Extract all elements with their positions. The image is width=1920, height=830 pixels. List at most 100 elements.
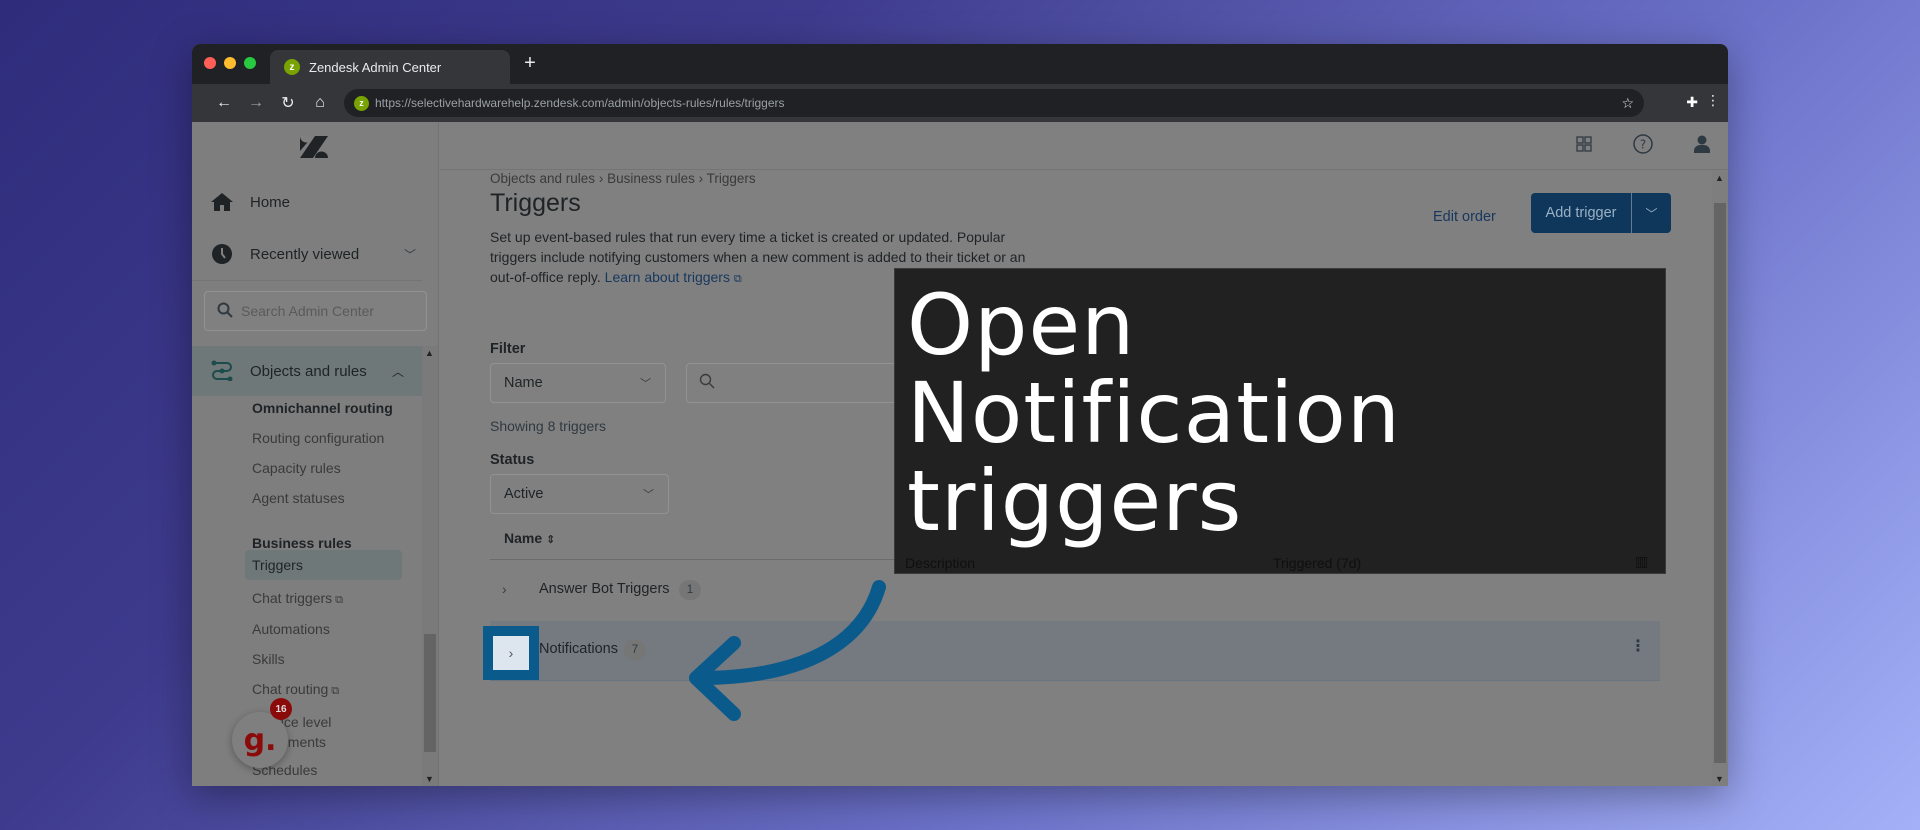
count-badge: 7 xyxy=(624,640,646,660)
external-link-icon: ⧉ xyxy=(335,594,344,606)
callout-line: triggers xyxy=(907,452,1243,550)
close-window-button[interactable] xyxy=(204,57,216,69)
forward-icon[interactable]: → xyxy=(240,94,272,112)
filter-field-select[interactable]: Name ﹀ xyxy=(490,363,666,403)
sidebar-item-label: Recently viewed xyxy=(250,245,360,263)
sidebar-item-objects-and-rules[interactable]: Objects and rules ︿ xyxy=(192,346,422,396)
row-options-icon[interactable]: ⋮ xyxy=(1630,639,1646,655)
status-select-value: Active xyxy=(504,486,544,502)
sidebar-item-chat-triggers[interactable]: Chat triggers ⧉ xyxy=(252,590,343,607)
sidebar-scrollbar[interactable]: ▲ ▼ xyxy=(422,346,438,786)
sidebar-item-label: Chat triggers xyxy=(252,590,333,606)
url-text: https://selectivehardwarehelp.zendesk.co… xyxy=(375,96,785,110)
sort-icon: ⇕ xyxy=(546,534,556,546)
clock-icon xyxy=(210,244,234,264)
browser-tab[interactable]: z Zendesk Admin Center xyxy=(270,50,510,84)
filter-label: Filter xyxy=(490,341,526,357)
sidebar: Home Recently viewed ﹀ Search Admin Cent… xyxy=(192,122,439,786)
learn-about-triggers-link[interactable]: Learn about triggers ⧉ xyxy=(605,269,742,285)
site-favicon-icon: z xyxy=(354,95,369,111)
browser-toolbar: ← → ↻ ⌂ z https://selectivehardwarehelp.… xyxy=(192,84,1728,122)
bookmark-star-icon[interactable]: ☆ xyxy=(1621,95,1634,112)
minimize-window-button[interactable] xyxy=(224,57,236,69)
main-scrollbar[interactable]: ▲ ▼ xyxy=(1712,171,1728,786)
breadcrumb-triggers: Triggers xyxy=(706,171,756,186)
zendesk-favicon-icon: z xyxy=(284,59,300,75)
sidebar-item-label: Chat routing xyxy=(252,681,329,697)
add-trigger-dropdown-chevron-icon[interactable]: ﹀ xyxy=(1632,193,1671,233)
breadcrumb-separator: › xyxy=(698,171,704,186)
sidebar-item-agent-statuses[interactable]: Agent statuses xyxy=(252,490,345,506)
results-count: Showing 8 triggers xyxy=(490,418,606,434)
notification-badge: 16 xyxy=(270,698,292,720)
sidebar-item-triggers[interactable]: Triggers xyxy=(245,550,402,580)
sidebar-group-business-rules: Business rules xyxy=(252,535,352,551)
back-icon[interactable]: ← xyxy=(208,94,240,112)
user-avatar-icon[interactable] xyxy=(1694,135,1710,158)
reload-icon[interactable]: ↻ xyxy=(272,93,304,113)
chevron-down-icon: ﹀ xyxy=(643,489,654,501)
search-icon xyxy=(217,302,233,321)
callout-text: Open Notification triggers xyxy=(907,281,1401,545)
scrollbar-thumb[interactable] xyxy=(1714,203,1726,763)
products-grid-icon[interactable] xyxy=(1576,136,1592,157)
external-link-icon: ⧉ xyxy=(331,685,340,697)
helper-widget-button[interactable]: g. xyxy=(232,712,288,768)
new-tab-button[interactable]: + xyxy=(518,52,542,75)
chevron-down-icon: ﹀ xyxy=(640,378,651,390)
scroll-down-icon[interactable]: ▼ xyxy=(425,774,434,784)
help-icon[interactable]: ? xyxy=(1633,134,1653,159)
callout-line: Notification xyxy=(907,364,1401,462)
callout-line: Open xyxy=(907,276,1136,374)
category-name: Notifications xyxy=(539,641,618,657)
sidebar-item-label: Home xyxy=(250,193,291,211)
scroll-down-icon[interactable]: ▼ xyxy=(1715,774,1724,784)
sidebar-item-chat-routing[interactable]: Chat routing ⧉ xyxy=(252,681,339,698)
edit-order-link[interactable]: Edit order xyxy=(1433,209,1496,225)
address-bar[interactable]: z https://selectivehardwarehelp.zendesk.… xyxy=(344,89,1644,117)
search-placeholder: Search Admin Center xyxy=(241,303,375,319)
chevron-down-icon: ﹀ xyxy=(403,247,416,262)
browser-menu-icon[interactable]: ⋮ xyxy=(1706,93,1720,107)
scrollbar-thumb[interactable] xyxy=(424,634,436,752)
status-select[interactable]: Active ﹀ xyxy=(490,474,669,514)
scroll-up-icon[interactable]: ▲ xyxy=(425,348,434,358)
sidebar-item-automations[interactable]: Automations xyxy=(252,621,330,637)
column-settings-icon: ▥ xyxy=(1635,553,1649,569)
sidebar-item-home[interactable]: Home xyxy=(192,182,422,222)
home-icon[interactable]: ⌂ xyxy=(304,94,336,112)
external-link-icon: ⧉ xyxy=(733,273,742,285)
objects-rules-icon xyxy=(210,357,234,385)
zendesk-logo-icon[interactable] xyxy=(300,136,328,158)
add-trigger-button[interactable]: Add trigger xyxy=(1531,193,1632,233)
breadcrumb-objects-and-rules[interactable]: Objects and rules xyxy=(490,171,595,186)
expand-chevron-icon[interactable]: › xyxy=(493,636,529,670)
home-icon xyxy=(210,193,234,211)
tab-title: Zendesk Admin Center xyxy=(309,59,442,75)
sidebar-item-recently-viewed[interactable]: Recently viewed ﹀ xyxy=(192,234,422,274)
column-header-name[interactable]: Name ⇕ xyxy=(504,530,555,546)
tutorial-callout: Open Notification triggers Description T… xyxy=(894,268,1666,574)
breadcrumb-business-rules[interactable]: Business rules xyxy=(607,171,695,186)
sidebar-item-skills[interactable]: Skills xyxy=(252,651,285,667)
add-trigger-button-group: Add trigger ﹀ xyxy=(1531,193,1671,233)
search-icon xyxy=(699,373,715,394)
sidebar-item-capacity-rules[interactable]: Capacity rules xyxy=(252,460,341,476)
admin-search-input[interactable]: Search Admin Center xyxy=(204,291,427,331)
chevron-up-icon: ︿ xyxy=(391,364,404,379)
window-controls xyxy=(204,57,256,69)
page-title: Triggers xyxy=(490,189,581,217)
svg-text:?: ? xyxy=(1640,138,1646,152)
filter-select-value: Name xyxy=(504,375,543,391)
sidebar-item-routing-configuration[interactable]: Routing configuration xyxy=(252,430,384,446)
extensions-icon[interactable]: ✚ xyxy=(1686,94,1698,111)
ghost-column-triggered: Triggered (7d) xyxy=(1273,555,1362,571)
expand-chevron-icon[interactable]: › xyxy=(502,581,507,597)
category-name: Answer Bot Triggers xyxy=(539,581,670,597)
maximize-window-button[interactable] xyxy=(244,57,256,69)
tab-bar: z Zendesk Admin Center + xyxy=(192,44,1728,84)
scroll-up-icon[interactable]: ▲ xyxy=(1715,173,1724,183)
status-label: Status xyxy=(490,452,535,468)
table-row[interactable]: › Notifications 7 ⋮ xyxy=(483,621,1660,681)
sidebar-divider xyxy=(192,280,422,281)
